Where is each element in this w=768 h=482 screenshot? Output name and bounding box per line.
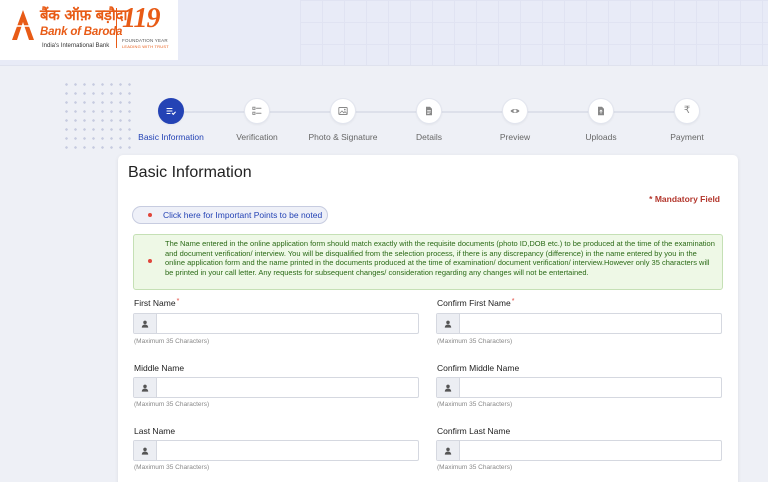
basic-information-card: Basic Information * Mandatory Field Clic… xyxy=(118,155,738,482)
step-label: Payment xyxy=(670,132,704,142)
progress-stepper: Basic Information Verification Photo & S… xyxy=(130,98,730,143)
confirm-middle-name-input[interactable] xyxy=(460,378,721,397)
user-icon xyxy=(134,441,157,460)
required-asterisk: * xyxy=(176,298,180,305)
step-basic-information[interactable]: Basic Information xyxy=(126,98,216,142)
step-preview[interactable]: Preview xyxy=(470,98,560,142)
header-background-grid xyxy=(300,0,768,65)
bank-name-hindi: बैंक ऑफ़ बड़ौदा xyxy=(40,6,128,24)
eye-icon xyxy=(510,108,520,114)
first-name-input-group xyxy=(133,313,419,334)
bank-logo[interactable]: बैंक ऑफ़ बड़ौदा Bank of Baroda India's I… xyxy=(0,0,178,60)
step-circle: ₹ xyxy=(674,98,700,124)
notice-text: The Name entered in the online applicati… xyxy=(165,239,715,277)
first-name-label-text: First Name xyxy=(134,298,176,308)
list-check-icon xyxy=(166,107,176,116)
logo-divider xyxy=(116,8,117,48)
step-circle xyxy=(416,98,442,124)
confirm-first-name-label-text: Confirm First Name xyxy=(437,298,511,308)
document-icon xyxy=(426,106,432,116)
step-label: Basic Information xyxy=(138,132,204,142)
middle-name-input[interactable] xyxy=(157,378,418,397)
important-points-label: Click here for Important Points to be no… xyxy=(163,210,323,220)
first-name-hint: (Maximum 35 Characters) xyxy=(134,338,210,345)
step-uploads[interactable]: Uploads xyxy=(556,98,646,142)
step-label: Verification xyxy=(236,132,278,142)
step-label: Uploads xyxy=(585,132,617,142)
mandatory-field-note: * Mandatory Field xyxy=(649,194,720,204)
site-header: बैंक ऑफ़ बड़ौदा Bank of Baroda India's I… xyxy=(0,0,768,66)
anniversary-line2: LEADING WITH TRUST xyxy=(122,44,169,49)
step-circle xyxy=(158,98,184,124)
middle-name-hint: (Maximum 35 Characters) xyxy=(134,401,210,408)
last-name-label: Last Name xyxy=(134,426,176,436)
upload-file-icon xyxy=(598,106,604,116)
step-photo-signature[interactable]: Photo & Signature xyxy=(298,98,388,142)
rupee-icon: ₹ xyxy=(683,105,691,116)
last-name-input[interactable] xyxy=(157,441,418,460)
anniversary-number: 119 xyxy=(122,3,160,34)
step-label: Details xyxy=(416,132,442,142)
name-notice-box: The Name entered in the online applicati… xyxy=(133,234,723,290)
user-icon xyxy=(437,314,460,333)
last-name-hint: (Maximum 35 Characters) xyxy=(134,464,210,471)
bank-tagline: India's International Bank xyxy=(42,43,110,49)
confirm-last-name-input-group xyxy=(436,440,722,461)
step-circle xyxy=(244,98,270,124)
confirm-first-name-input-group xyxy=(436,313,722,334)
important-points-button[interactable]: Click here for Important Points to be no… xyxy=(132,206,328,224)
confirm-first-name-input[interactable] xyxy=(460,314,721,333)
step-label: Preview xyxy=(499,132,531,142)
confirm-last-name-label: Confirm Last Name xyxy=(437,426,511,436)
bank-name: Bank of Baroda xyxy=(40,26,123,38)
confirm-middle-name-input-group xyxy=(436,377,722,398)
user-icon xyxy=(134,314,157,333)
anniversary-line1: FOUNDATION YEAR xyxy=(122,38,168,43)
confirm-middle-name-label: Confirm Middle Name xyxy=(437,363,520,373)
step-details[interactable]: Details xyxy=(384,98,474,142)
last-name-input-group xyxy=(133,440,419,461)
step-circle xyxy=(502,98,528,124)
first-name-label: First Name* xyxy=(134,298,179,308)
confirm-first-name-label: Confirm First Name* xyxy=(437,298,514,308)
step-label: Photo & Signature xyxy=(308,132,378,142)
step-payment[interactable]: ₹ Payment xyxy=(642,98,732,142)
checklist-icon xyxy=(252,106,262,115)
step-circle xyxy=(330,98,356,124)
image-icon xyxy=(338,107,348,115)
middle-name-label: Middle Name xyxy=(134,363,185,373)
page-title: Basic Information xyxy=(128,164,252,181)
first-name-input[interactable] xyxy=(157,314,418,333)
step-circle xyxy=(588,98,614,124)
user-icon xyxy=(437,441,460,460)
bullet-dot-icon xyxy=(148,259,152,263)
confirm-last-name-input[interactable] xyxy=(460,441,721,460)
bob-sunburst-icon xyxy=(12,10,34,40)
middle-name-input-group xyxy=(133,377,419,398)
confirm-last-name-hint: (Maximum 35 Characters) xyxy=(437,464,513,471)
confirm-middle-name-hint: (Maximum 35 Characters) xyxy=(437,401,513,408)
decorative-dots xyxy=(62,80,134,152)
bullet-dot-icon xyxy=(148,213,152,217)
required-asterisk: * xyxy=(511,298,515,305)
step-verification[interactable]: Verification xyxy=(212,98,302,142)
confirm-first-name-hint: (Maximum 35 Characters) xyxy=(437,338,513,345)
user-icon xyxy=(437,378,460,397)
user-icon xyxy=(134,378,157,397)
